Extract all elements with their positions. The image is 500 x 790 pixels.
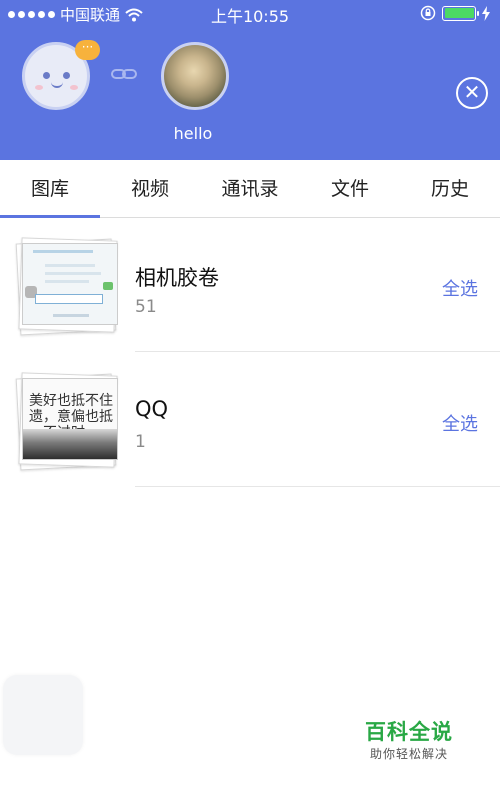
tab-gallery[interactable]: 图库 [0,160,100,218]
link-icon [111,69,137,79]
divider [135,351,500,352]
watermark-subtitle: 助你轻松解决 [370,747,449,761]
category-tabs: 图库 视频 通讯录 文件 历史 [0,160,500,218]
album-row-qq[interactable]: 美好也抵不住遗，意偏也抵不过时。 QQ 1 全选 [0,360,500,494]
peer-avatar [161,42,229,110]
charging-icon [482,5,490,21]
chat-bubble-icon: ··· [75,40,100,60]
select-all-button[interactable]: 全选 [442,275,478,301]
album-thumbnail [14,235,124,336]
album-count: 51 [135,297,157,317]
album-title: QQ [135,397,169,421]
album-thumbnail: 美好也抵不住遗，意偏也抵不过时。 [14,370,124,471]
close-button[interactable]: ✕ [456,77,488,109]
peer-name: hello [173,124,213,143]
select-all-button[interactable]: 全选 [442,410,478,436]
divider [135,486,500,487]
tab-contacts[interactable]: 通讯录 [200,160,300,217]
rotation-lock-icon [420,5,436,21]
watermark-title: 百科全说 [365,720,453,744]
tab-history[interactable]: 历史 [400,160,500,217]
album-row-camera-roll[interactable]: 相机胶卷 51 全选 [0,225,500,359]
album-count: 1 [135,432,146,452]
floating-assistive-button[interactable] [3,675,83,755]
close-icon: ✕ [463,80,481,104]
status-bar: 中国联通 上午10:55 [0,0,500,28]
tab-files[interactable]: 文件 [300,160,400,217]
tab-video[interactable]: 视频 [100,160,200,217]
album-title: 相机胶卷 [135,266,219,290]
battery-icon [442,5,479,21]
share-header: 中国联通 上午10:55 ··· hello ✕ [0,0,500,160]
